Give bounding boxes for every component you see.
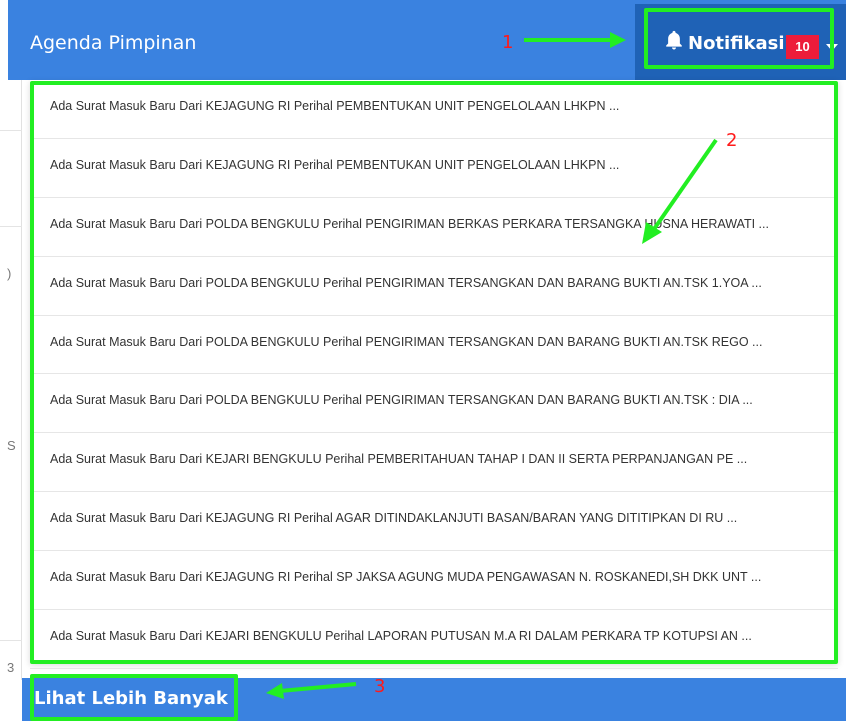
divider xyxy=(0,640,22,641)
notification-item[interactable]: Ada Surat Masuk Baru Dari KEJARI BENGKUL… xyxy=(30,610,838,669)
notification-item[interactable]: Ada Surat Masuk Baru Dari POLDA BENGKULU… xyxy=(30,198,838,257)
notification-item[interactable]: Ada Surat Masuk Baru Dari POLDA BENGKULU… xyxy=(30,374,838,434)
divider xyxy=(0,226,22,227)
notification-item[interactable]: Ada Surat Masuk Baru Dari KEJAGUNG RI Pe… xyxy=(30,139,838,198)
notification-item[interactable]: Ada Surat Masuk Baru Dari KEJAGUNG RI Pe… xyxy=(30,551,838,611)
notification-dropdown: Ada Surat Masuk Baru Dari KEJAGUNG RI Pe… xyxy=(30,80,838,669)
annotation-number: 3 xyxy=(374,676,386,697)
annotation-number: 2 xyxy=(726,130,738,151)
notification-count-badge: 10 xyxy=(786,35,819,59)
notification-item[interactable]: Ada Surat Masuk Baru Dari KEJAGUNG RI Pe… xyxy=(30,492,838,552)
partial-text: 3 xyxy=(7,660,15,675)
notification-item[interactable]: Ada Surat Masuk Baru Dari KEJARI BENGKUL… xyxy=(30,433,838,493)
partial-text: ) xyxy=(7,266,12,281)
caret-down-icon[interactable] xyxy=(826,44,838,51)
notification-label: Notifikasi xyxy=(688,33,785,54)
app-title: Agenda Pimpinan xyxy=(30,32,197,54)
annotation-number: 1 xyxy=(502,32,514,53)
notification-button[interactable]: Notifikasi 10 xyxy=(635,4,846,80)
dropdown-footer: Lihat Lebih Banyak xyxy=(22,678,846,721)
notification-item[interactable]: Ada Surat Masuk Baru Dari POLDA BENGKULU… xyxy=(30,257,838,316)
partial-text: S xyxy=(7,438,16,453)
see-more-link[interactable]: Lihat Lebih Banyak xyxy=(34,688,228,709)
notification-item[interactable]: Ada Surat Masuk Baru Dari KEJAGUNG RI Pe… xyxy=(30,80,838,139)
bell-icon xyxy=(666,30,682,50)
divider xyxy=(0,130,22,131)
notification-item[interactable]: Ada Surat Masuk Baru Dari POLDA BENGKULU… xyxy=(30,316,838,375)
background-page-edge: ) S 3 xyxy=(0,80,22,680)
header-bar: Agenda Pimpinan Notifikasi 10 xyxy=(8,0,846,80)
